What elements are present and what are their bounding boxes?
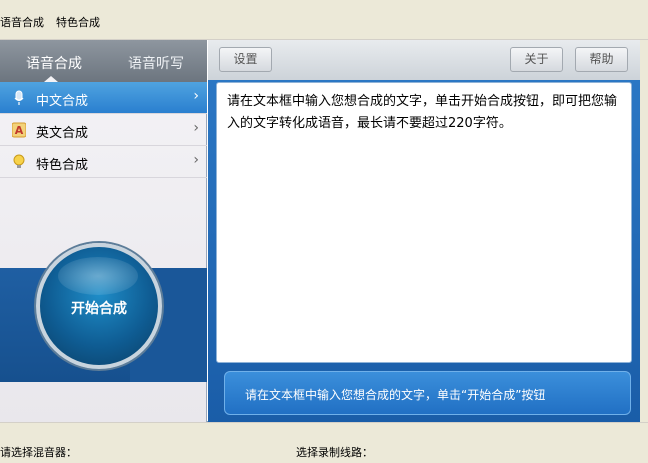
sidebar-item-chinese[interactable]: 中文合成 › — [0, 82, 207, 114]
sidebar-tabs: 语音合成 语音听写 — [0, 40, 207, 82]
sidebar-item-english[interactable]: A 英文合成 › — [0, 114, 207, 146]
mixer-label: 请选择混音器： — [0, 446, 77, 459]
start-synthesis-label: 开始合成 — [71, 301, 127, 317]
button-gloss — [58, 257, 138, 295]
menu-item-tts[interactable]: 语音合成 — [0, 14, 44, 30]
text-input-area[interactable]: 请在文本框中输入您想合成的文字，单击开始合成按钮，即可把您输入的文字转化成语音，… — [216, 82, 632, 363]
hint-text: 请在文本框中输入您想合成的文字，单击“开始合成”按钮 — [245, 388, 546, 402]
menubar: 语音合成 特色合成 — [0, 0, 648, 40]
tab-dictation[interactable]: 语音听写 — [128, 53, 184, 73]
hint-bar: 请在文本框中输入您想合成的文字，单击“开始合成”按钮 — [224, 371, 631, 415]
status-bar: 请选择混音器： 选择录制线路： — [0, 422, 648, 463]
sidebar-item-label: 英文合成 — [36, 126, 89, 141]
about-button[interactable]: 关于 — [510, 47, 563, 72]
sidebar-item-label: 特色合成 — [36, 158, 89, 173]
menu-item-special[interactable]: 特色合成 — [56, 14, 100, 30]
sidebar-item-label: 中文合成 — [36, 94, 89, 109]
bulb-icon — [13, 154, 25, 168]
chevron-right-icon: › — [193, 88, 199, 104]
chevron-right-icon: › — [193, 152, 199, 168]
settings-button[interactable]: 设置 — [219, 47, 272, 72]
sidebar-item-special[interactable]: 特色合成 › — [0, 146, 207, 178]
svg-text:A: A — [15, 124, 24, 137]
start-synthesis-button[interactable]: 开始合成 — [36, 243, 162, 369]
help-button[interactable]: 帮助 — [575, 47, 628, 72]
record-line-label: 选择录制线路： — [296, 446, 373, 459]
mic-icon — [14, 90, 24, 105]
letter-a-icon: A — [12, 122, 26, 138]
toolbar: 设置 关于 帮助 — [208, 40, 640, 80]
tab-tts[interactable]: 语音合成 — [26, 53, 82, 73]
chevron-right-icon: › — [193, 120, 199, 136]
